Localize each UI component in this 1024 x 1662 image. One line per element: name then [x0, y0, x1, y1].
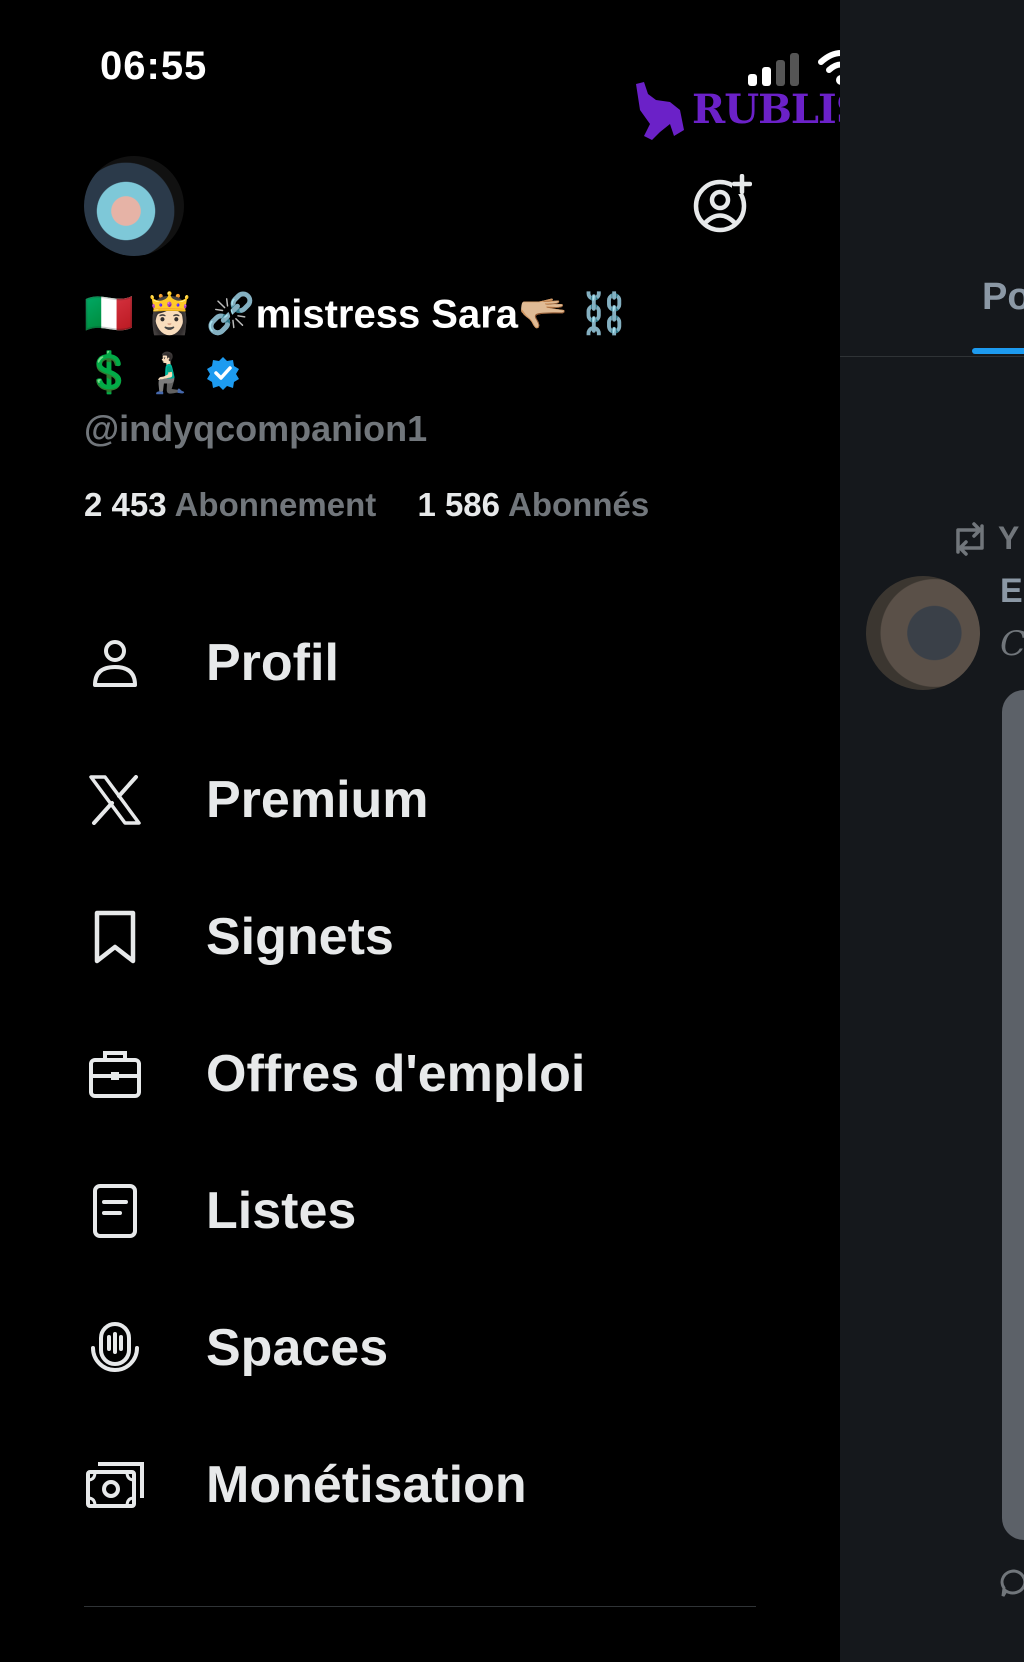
following-link[interactable]: 2 453 Abonnement	[84, 486, 417, 523]
display-name[interactable]: 🇮🇹 👸🏻 ⛓️‍💥 mistress Sara🫳🏼 ⛓️ 💲 🧎🏻‍♂️	[84, 284, 724, 401]
menu-label-listes: Listes	[206, 1181, 357, 1240]
timeline-tab-indicator	[972, 348, 1024, 354]
timeline-tab-divider	[840, 356, 1024, 357]
repost-text-partial: Y	[998, 520, 1020, 556]
display-name-text: mistress Sara	[255, 292, 519, 337]
user-handle: @indyqcompanion1	[84, 408, 428, 449]
status-time: 06:55	[100, 44, 208, 88]
followers-link[interactable]: 1 586 Abonnés	[417, 486, 681, 523]
add-account-icon[interactable]	[692, 174, 752, 234]
repost-icon	[956, 522, 984, 556]
post-author-name-partial: E	[1000, 572, 1023, 610]
followers-label: Abonnés	[508, 486, 650, 523]
side-drawer: 06:55 61 RUBLIST.COM 🇮🇹 👸🏻 ⛓️‍💥 mistress…	[0, 0, 1009, 1662]
x-logo-icon	[84, 769, 146, 831]
briefcase-icon	[84, 1043, 146, 1105]
timeline-tab-partial: Po	[982, 276, 1024, 318]
menu-item-monetisation[interactable]: Monétisation	[84, 1416, 764, 1553]
name-suffix-emoji: 🫳🏼 ⛓️	[518, 292, 629, 337]
menu-divider	[84, 1606, 756, 1607]
name-prefix-emoji: 🇮🇹 👸🏻 ⛓️‍💥	[84, 292, 256, 337]
drawer-menu: Profil Premium Signets Offres d'emploi L…	[84, 594, 764, 1553]
watermark-figure-icon	[636, 82, 684, 140]
list-document-icon	[84, 1180, 146, 1242]
menu-item-premium[interactable]: Premium	[84, 731, 764, 868]
person-icon	[84, 632, 146, 694]
verified-badge-icon	[206, 356, 239, 390]
menu-label-offres-emploi: Offres d'emploi	[206, 1044, 586, 1103]
avatar[interactable]	[84, 156, 184, 256]
menu-label-spaces: Spaces	[206, 1318, 389, 1377]
name-second-line-emoji: 💲 🧎🏻‍♂️	[84, 350, 195, 395]
menu-item-signets[interactable]: Signets	[84, 868, 764, 1005]
menu-label-signets: Signets	[206, 907, 394, 966]
spaces-mic-icon	[84, 1317, 146, 1379]
menu-item-offres-emploi[interactable]: Offres d'emploi	[84, 1005, 764, 1142]
following-label: Abonnement	[174, 486, 377, 523]
post-text-partial: C	[1000, 624, 1024, 664]
bookmark-icon	[84, 906, 146, 968]
followers-count: 1 586	[417, 486, 501, 523]
post-media	[1002, 690, 1024, 1540]
reply-icon	[1000, 1569, 1024, 1597]
background-timeline[interactable]: Po Y E C	[840, 0, 1024, 1662]
following-count: 2 453	[84, 486, 167, 523]
menu-item-profil[interactable]: Profil	[84, 594, 764, 731]
post-author-avatar	[866, 576, 980, 690]
menu-label-monetisation: Monétisation	[206, 1455, 527, 1514]
menu-item-spaces[interactable]: Spaces	[84, 1279, 764, 1416]
menu-label-profil: Profil	[206, 633, 339, 692]
follow-stats: 2 453 Abonnement 1 586 Abonnés	[84, 486, 681, 524]
menu-label-premium: Premium	[206, 770, 429, 829]
money-icon	[84, 1454, 146, 1516]
menu-item-listes[interactable]: Listes	[84, 1142, 764, 1279]
